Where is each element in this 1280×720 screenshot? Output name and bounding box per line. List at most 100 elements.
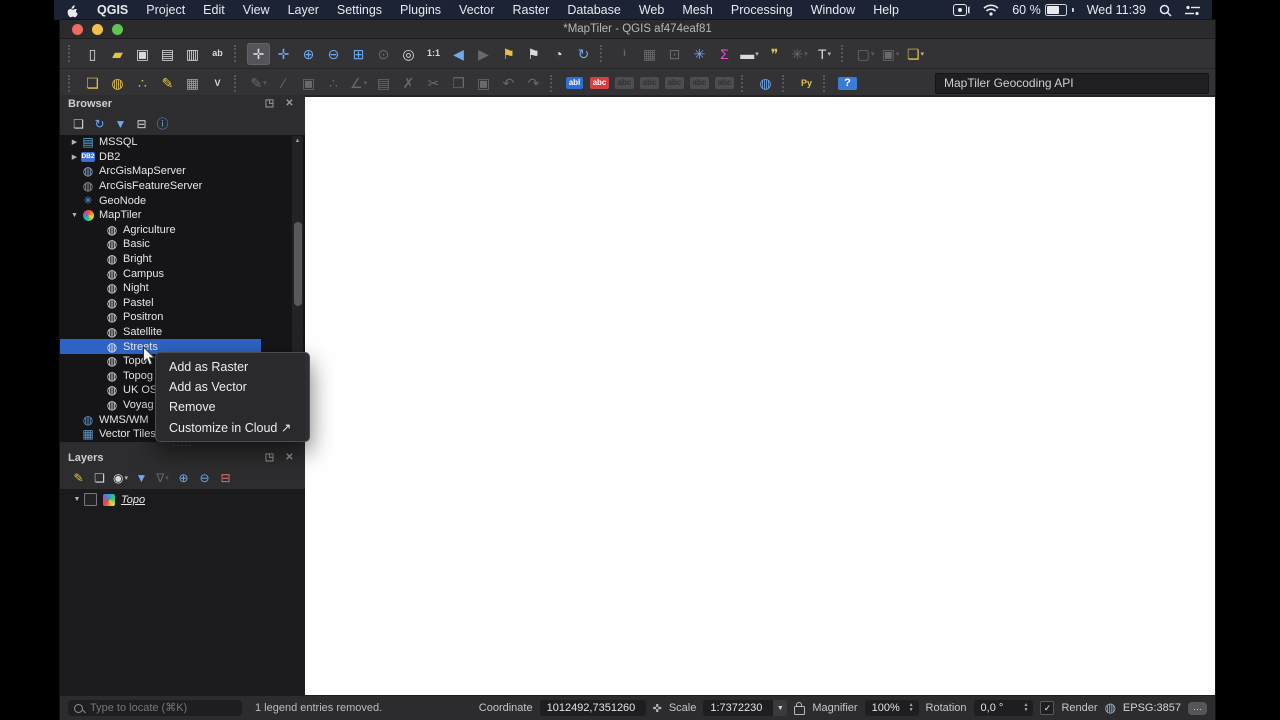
menu-mesh[interactable]: Mesh	[682, 3, 713, 17]
new-spatialite-layer-button[interactable]: ✎	[156, 72, 179, 94]
zoom-next-button[interactable]: ▶	[472, 43, 495, 65]
layer-item-topo[interactable]: ▼ Topo	[60, 489, 305, 507]
style-manager-button[interactable]: ab	[206, 43, 229, 65]
browser-item-db2[interactable]: ▶ DB2 DB2	[60, 150, 305, 165]
new-temporary-scratch-layer-button[interactable]: ▦	[181, 72, 204, 94]
minimize-window-button[interactable]	[92, 23, 103, 35]
open-attribute-table-button[interactable]: ▦	[638, 43, 661, 65]
save-layer-edits-button[interactable]: ▣	[297, 72, 320, 94]
field-calculator-button[interactable]: ⊡	[663, 43, 686, 65]
extent-toggle-icon[interactable]: ✜	[653, 702, 662, 715]
show-bookmarks-button[interactable]: ⚑	[522, 43, 545, 65]
change-label-button[interactable]: abc	[713, 72, 736, 94]
refresh-browser-button[interactable]: ↻	[90, 115, 109, 133]
select-features-button[interactable]: ▢ ▾	[854, 43, 877, 65]
browser-item-arcgisfeatureserver[interactable]: ◍ ArcGisFeatureServer	[60, 179, 305, 194]
zoom-to-selection-button[interactable]: ⊙	[372, 43, 395, 65]
scroll-up-icon[interactable]: ▲	[292, 136, 303, 146]
menu-qgis[interactable]: QGIS	[97, 3, 128, 17]
magnifier-box[interactable]: ▲▼	[864, 700, 919, 716]
deselect-features-button[interactable]: ▣ ▾	[879, 43, 902, 65]
float-panel-button[interactable]: ◳	[263, 452, 276, 465]
scrollbar-thumb[interactable]	[293, 222, 302, 306]
processing-toolbox-button[interactable]: ✳	[688, 43, 711, 65]
paste-features-button[interactable]: ▣	[472, 72, 495, 94]
rotation-spinner[interactable]: ▲ ▼	[1024, 703, 1029, 713]
open-project-button[interactable]: ▰	[106, 43, 129, 65]
menu-settings[interactable]: Settings	[337, 3, 382, 17]
magnifier-spinner[interactable]: ▲ ▼	[909, 703, 914, 713]
map-tips-button[interactable]: ❞	[763, 43, 786, 65]
menu-web[interactable]: Web	[639, 3, 664, 17]
add-group-button[interactable]: ❏	[90, 469, 109, 487]
float-panel-button[interactable]: ◳	[263, 98, 276, 111]
close-panel-button[interactable]: ✕	[283, 452, 296, 465]
properties-widget-button[interactable]: ⓘ	[153, 115, 172, 133]
context-item-add-as-raster[interactable]: Add as Raster	[156, 357, 309, 377]
context-item-add-as-vector[interactable]: Add as Vector	[156, 377, 309, 397]
scale-dropdown-icon[interactable]: ▼	[773, 700, 788, 716]
scale-combo[interactable]: ▼	[703, 700, 788, 716]
copy-features-button[interactable]: ❐	[447, 72, 470, 94]
browser-item-pastel[interactable]: ◍ Pastel	[60, 296, 305, 311]
zoom-last-button[interactable]: ◀	[447, 43, 470, 65]
delete-selected-button[interactable]: ✗	[397, 72, 420, 94]
layer-visibility-button[interactable]: ❏ ▾	[904, 43, 927, 65]
zoom-to-layer-button[interactable]: ◎	[397, 43, 420, 65]
browser-item-campus[interactable]: ◍ Campus	[60, 266, 305, 281]
battery-indicator[interactable]: 60 %	[1012, 3, 1074, 17]
map-canvas[interactable]	[305, 97, 1215, 696]
identify-features-button[interactable]: i	[613, 43, 636, 65]
apple-menu[interactable]	[66, 3, 79, 18]
modify-attributes-button[interactable]: ▤	[372, 72, 395, 94]
python-console-button[interactable]: Py	[795, 72, 818, 94]
spotlight-search-icon[interactable]	[1159, 4, 1172, 17]
browser-item-satellite[interactable]: ◍ Satellite	[60, 325, 305, 340]
panel-splitter[interactable]: ·····	[60, 441, 305, 450]
close-panel-button[interactable]: ✕	[283, 98, 296, 111]
locator-search[interactable]	[68, 700, 242, 716]
menu-help[interactable]: Help	[873, 3, 899, 17]
render-checkbox[interactable]: ✓	[1040, 701, 1055, 715]
menu-processing[interactable]: Processing	[731, 3, 793, 17]
scale-input[interactable]	[708, 701, 769, 715]
layer-labeling-button[interactable]: abl	[563, 72, 586, 94]
rotate-label-button[interactable]: abc	[688, 72, 711, 94]
browser-item-arcgismapserver[interactable]: ◍ ArcGisMapServer	[60, 164, 305, 179]
browser-item-night[interactable]: ◍ Night	[60, 281, 305, 296]
geocoding-search-input[interactable]	[935, 72, 1209, 94]
menubar-clock[interactable]: Wed 11:39	[1087, 3, 1146, 17]
measure-button[interactable]: ▬ ▾	[738, 43, 761, 65]
coordinate-box[interactable]	[539, 700, 646, 716]
new-bookmark-button[interactable]: ⚑	[497, 43, 520, 65]
browser-item-basic[interactable]: ◍ Basic	[60, 237, 305, 252]
pan-map-button[interactable]: ✛	[247, 42, 270, 65]
messages-button[interactable]: …	[1188, 701, 1207, 715]
layer-diagram-button[interactable]: abc	[588, 72, 611, 94]
highlight-labels-button[interactable]: abc	[638, 72, 661, 94]
statistics-button[interactable]: Σ	[713, 43, 736, 65]
expand-all-button[interactable]: ⊕	[174, 469, 193, 487]
digitize-button[interactable]: ∴	[322, 72, 345, 94]
crs-status[interactable]: EPSG:3857	[1123, 702, 1181, 714]
window-titlebar[interactable]: *MapTiler - QGIS af474eaf81	[60, 20, 1215, 39]
current-edits-button[interactable]: ✎ ▾	[247, 72, 270, 94]
scale-lock-icon[interactable]	[794, 701, 806, 715]
menu-vector[interactable]: Vector	[459, 3, 494, 17]
menu-edit[interactable]: Edit	[203, 3, 225, 17]
browser-item-maptiler[interactable]: ▼ MapTiler	[60, 208, 305, 223]
remove-layer-button[interactable]: ⊟	[216, 469, 235, 487]
coordinate-input[interactable]	[544, 701, 641, 715]
browser-item-agriculture[interactable]: ◍ Agriculture	[60, 223, 305, 238]
temporal-controller-button[interactable]: ◔	[547, 43, 570, 65]
pin-labels-button[interactable]: abc	[613, 72, 636, 94]
layout-manager-button[interactable]: ▥	[181, 43, 204, 65]
move-label-button[interactable]: abc	[663, 72, 686, 94]
locator-input[interactable]	[88, 701, 236, 715]
filter-browser-button[interactable]: ▼	[111, 115, 130, 133]
context-item-customize-in-cloud[interactable]: Customize in Cloud ↗	[156, 417, 309, 437]
zoom-out-button[interactable]: ⊖	[322, 43, 345, 65]
menu-database[interactable]: Database	[567, 3, 621, 17]
expand-arrow-icon[interactable]: ▶	[68, 138, 81, 146]
screen-recording-icon[interactable]	[953, 4, 970, 16]
